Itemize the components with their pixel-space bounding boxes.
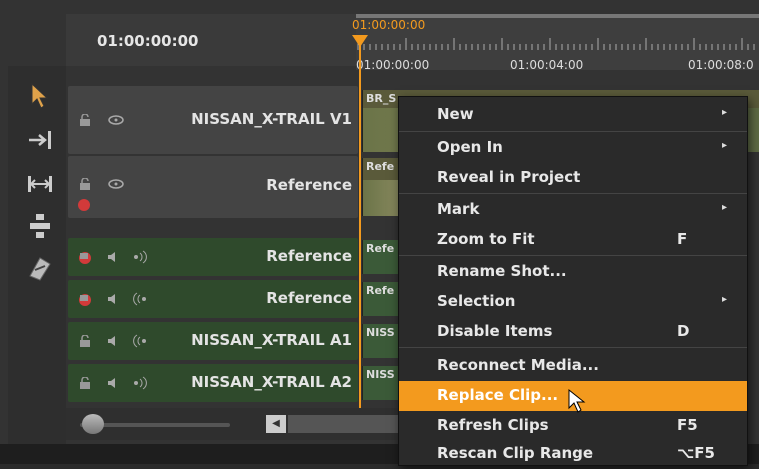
speaker-icon[interactable] — [106, 376, 120, 390]
menu-item-label: Reveal in Project — [437, 168, 581, 186]
track-header-a1[interactable]: NISSAN_X-TRAIL A1 — [68, 322, 358, 360]
lock-icon[interactable] — [78, 377, 92, 389]
slip-tool-icon[interactable] — [26, 212, 54, 240]
menu-item-shortcut: F5 — [677, 416, 698, 434]
menu-item-rename-shot[interactable]: Rename Shot... — [399, 257, 747, 287]
track-header-a2[interactable]: NISSAN_X-TRAIL A2 — [68, 364, 358, 402]
stereo-channel-icon[interactable] — [132, 334, 148, 348]
menu-separator — [399, 255, 747, 256]
eye-icon[interactable] — [108, 114, 124, 126]
track-name: NISSAN_X-TRAIL A1 — [191, 331, 352, 349]
menu-item-label: New — [437, 105, 474, 123]
lock-icon[interactable] — [78, 114, 92, 126]
clip-thumbnail — [363, 180, 403, 216]
menu-item-open-in[interactable]: Open In ▸ — [399, 133, 747, 163]
clip-label: BR_S — [366, 92, 397, 105]
speaker-icon[interactable] — [106, 334, 120, 348]
submenu-arrow-icon: ▸ — [721, 107, 727, 118]
speaker-icon[interactable] — [106, 292, 120, 306]
select-tool-icon[interactable] — [26, 82, 54, 110]
clip-label: Refe — [366, 160, 395, 173]
track-select-tool-icon[interactable] — [26, 126, 54, 154]
clip-reference-audio-2[interactable]: Refe — [362, 282, 403, 316]
scroll-left-arrow-icon[interactable]: ◀ — [266, 415, 286, 433]
clip-label: NISS — [366, 326, 395, 339]
playhead-line[interactable] — [359, 44, 361, 424]
speaker-icon[interactable] — [106, 250, 120, 264]
menu-separator — [399, 347, 747, 348]
tool-palette — [8, 66, 66, 446]
lock-icon[interactable] — [78, 335, 92, 347]
track-header-v1[interactable]: NISSAN_X-TRAIL V1 — [68, 86, 358, 154]
submenu-arrow-icon: ▸ — [721, 202, 727, 213]
menu-item-label: Replace Clip... — [437, 386, 559, 404]
horizontal-scrollbar[interactable] — [288, 415, 398, 433]
menu-item-reconnect-media[interactable]: Reconnect Media... — [399, 351, 747, 381]
lock-icon[interactable] — [78, 178, 92, 190]
menu-separator — [399, 193, 747, 194]
target-lock-icon[interactable] — [76, 196, 92, 212]
track-name: NISSAN_X-TRAIL V1 — [191, 110, 352, 128]
clip-a2[interactable]: NISS — [362, 366, 403, 400]
current-timecode[interactable]: 01:00:00:00 — [97, 32, 199, 50]
menu-item-shortcut: ⌥F5 — [677, 444, 715, 462]
ruler-label: 01:00:00:00 — [356, 58, 430, 72]
menu-item-label: Reconnect Media... — [437, 356, 599, 374]
clip-label: Refe — [366, 284, 395, 297]
clip-a1[interactable]: NISS — [362, 324, 403, 358]
menu-item-label: Disable Items — [437, 322, 553, 340]
menu-item-shortcut: D — [677, 322, 690, 340]
lock-icon[interactable] — [76, 290, 94, 308]
submenu-arrow-icon: ▸ — [721, 294, 727, 305]
menu-item-label: Open In — [437, 138, 503, 156]
clip-label: NISS — [366, 368, 395, 381]
submenu-arrow-icon: ▸ — [721, 140, 727, 151]
clip-reference-video[interactable]: Refe — [362, 158, 403, 216]
menu-item-disable-items[interactable]: Disable Items D — [399, 317, 747, 347]
track-name: Reference — [266, 289, 352, 307]
track-header-reference-video[interactable]: Reference — [68, 156, 358, 218]
menu-item-reveal-in-project[interactable]: Reveal in Project — [399, 163, 747, 193]
zoom-slider-knob[interactable] — [82, 414, 104, 434]
menu-item-new[interactable]: New ▸ — [399, 100, 747, 130]
track-name: Reference — [266, 176, 352, 194]
ruler-ticks — [357, 38, 755, 50]
razor-tool-icon[interactable] — [26, 254, 54, 282]
stereo-channel-icon[interactable] — [132, 250, 148, 264]
menu-item-zoom-to-fit[interactable]: Zoom to Fit F — [399, 225, 747, 255]
menu-item-refresh-clips[interactable]: Refresh Clips F5 — [399, 411, 747, 441]
ruler-label: 01:00:04:00 — [510, 58, 584, 72]
lock-icon[interactable] — [76, 248, 94, 266]
playhead-timecode: 01:00:00:00 — [352, 18, 426, 32]
clip-label: Refe — [366, 242, 395, 255]
track-name: NISSAN_X-TRAIL A2 — [191, 373, 352, 391]
stereo-channel-icon[interactable] — [132, 292, 148, 306]
multi-select-tool-icon[interactable] — [26, 170, 54, 198]
track-header-reference-audio-1[interactable]: Reference — [68, 238, 358, 276]
mouse-cursor-icon — [568, 388, 586, 413]
menu-item-label: Mark — [437, 200, 480, 218]
menu-item-selection[interactable]: Selection ▸ — [399, 287, 747, 317]
menu-item-shortcut: F — [677, 230, 688, 248]
menu-separator — [399, 131, 747, 132]
menu-item-label: Zoom to Fit — [437, 230, 535, 248]
menu-item-label: Refresh Clips — [437, 416, 549, 434]
track-header-reference-audio-2[interactable]: Reference — [68, 280, 358, 318]
menu-item-mark[interactable]: Mark ▸ — [399, 195, 747, 225]
eye-icon[interactable] — [108, 178, 124, 190]
stereo-channel-icon[interactable] — [132, 376, 148, 390]
clip-reference-audio-1[interactable]: Refe — [362, 240, 403, 274]
menu-item-rescan-clip-range[interactable]: Rescan Clip Range ⌥F5 — [399, 439, 747, 469]
track-name: Reference — [266, 247, 352, 265]
menu-item-label: Rescan Clip Range — [437, 444, 594, 462]
menu-item-label: Rename Shot... — [437, 262, 567, 280]
ruler-label: 01:00:08:0 — [688, 58, 754, 72]
menu-item-label: Selection — [437, 292, 516, 310]
